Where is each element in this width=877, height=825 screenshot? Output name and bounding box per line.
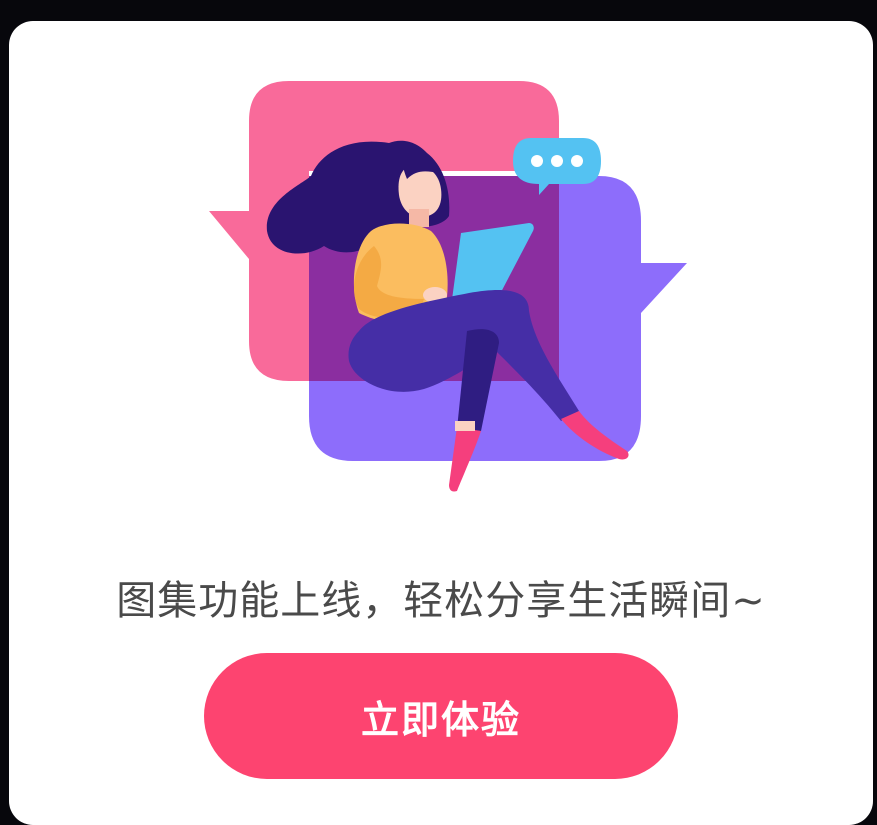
try-now-button[interactable]: 立即体验 xyxy=(204,653,678,779)
announcement-message: 图集功能上线，轻松分享生活瞬间~ xyxy=(116,578,766,624)
woman-with-tablet-illustration xyxy=(209,81,687,492)
feature-announcement-dialog: 图集功能上线，轻松分享生活瞬间~ 立即体验 xyxy=(9,21,873,825)
